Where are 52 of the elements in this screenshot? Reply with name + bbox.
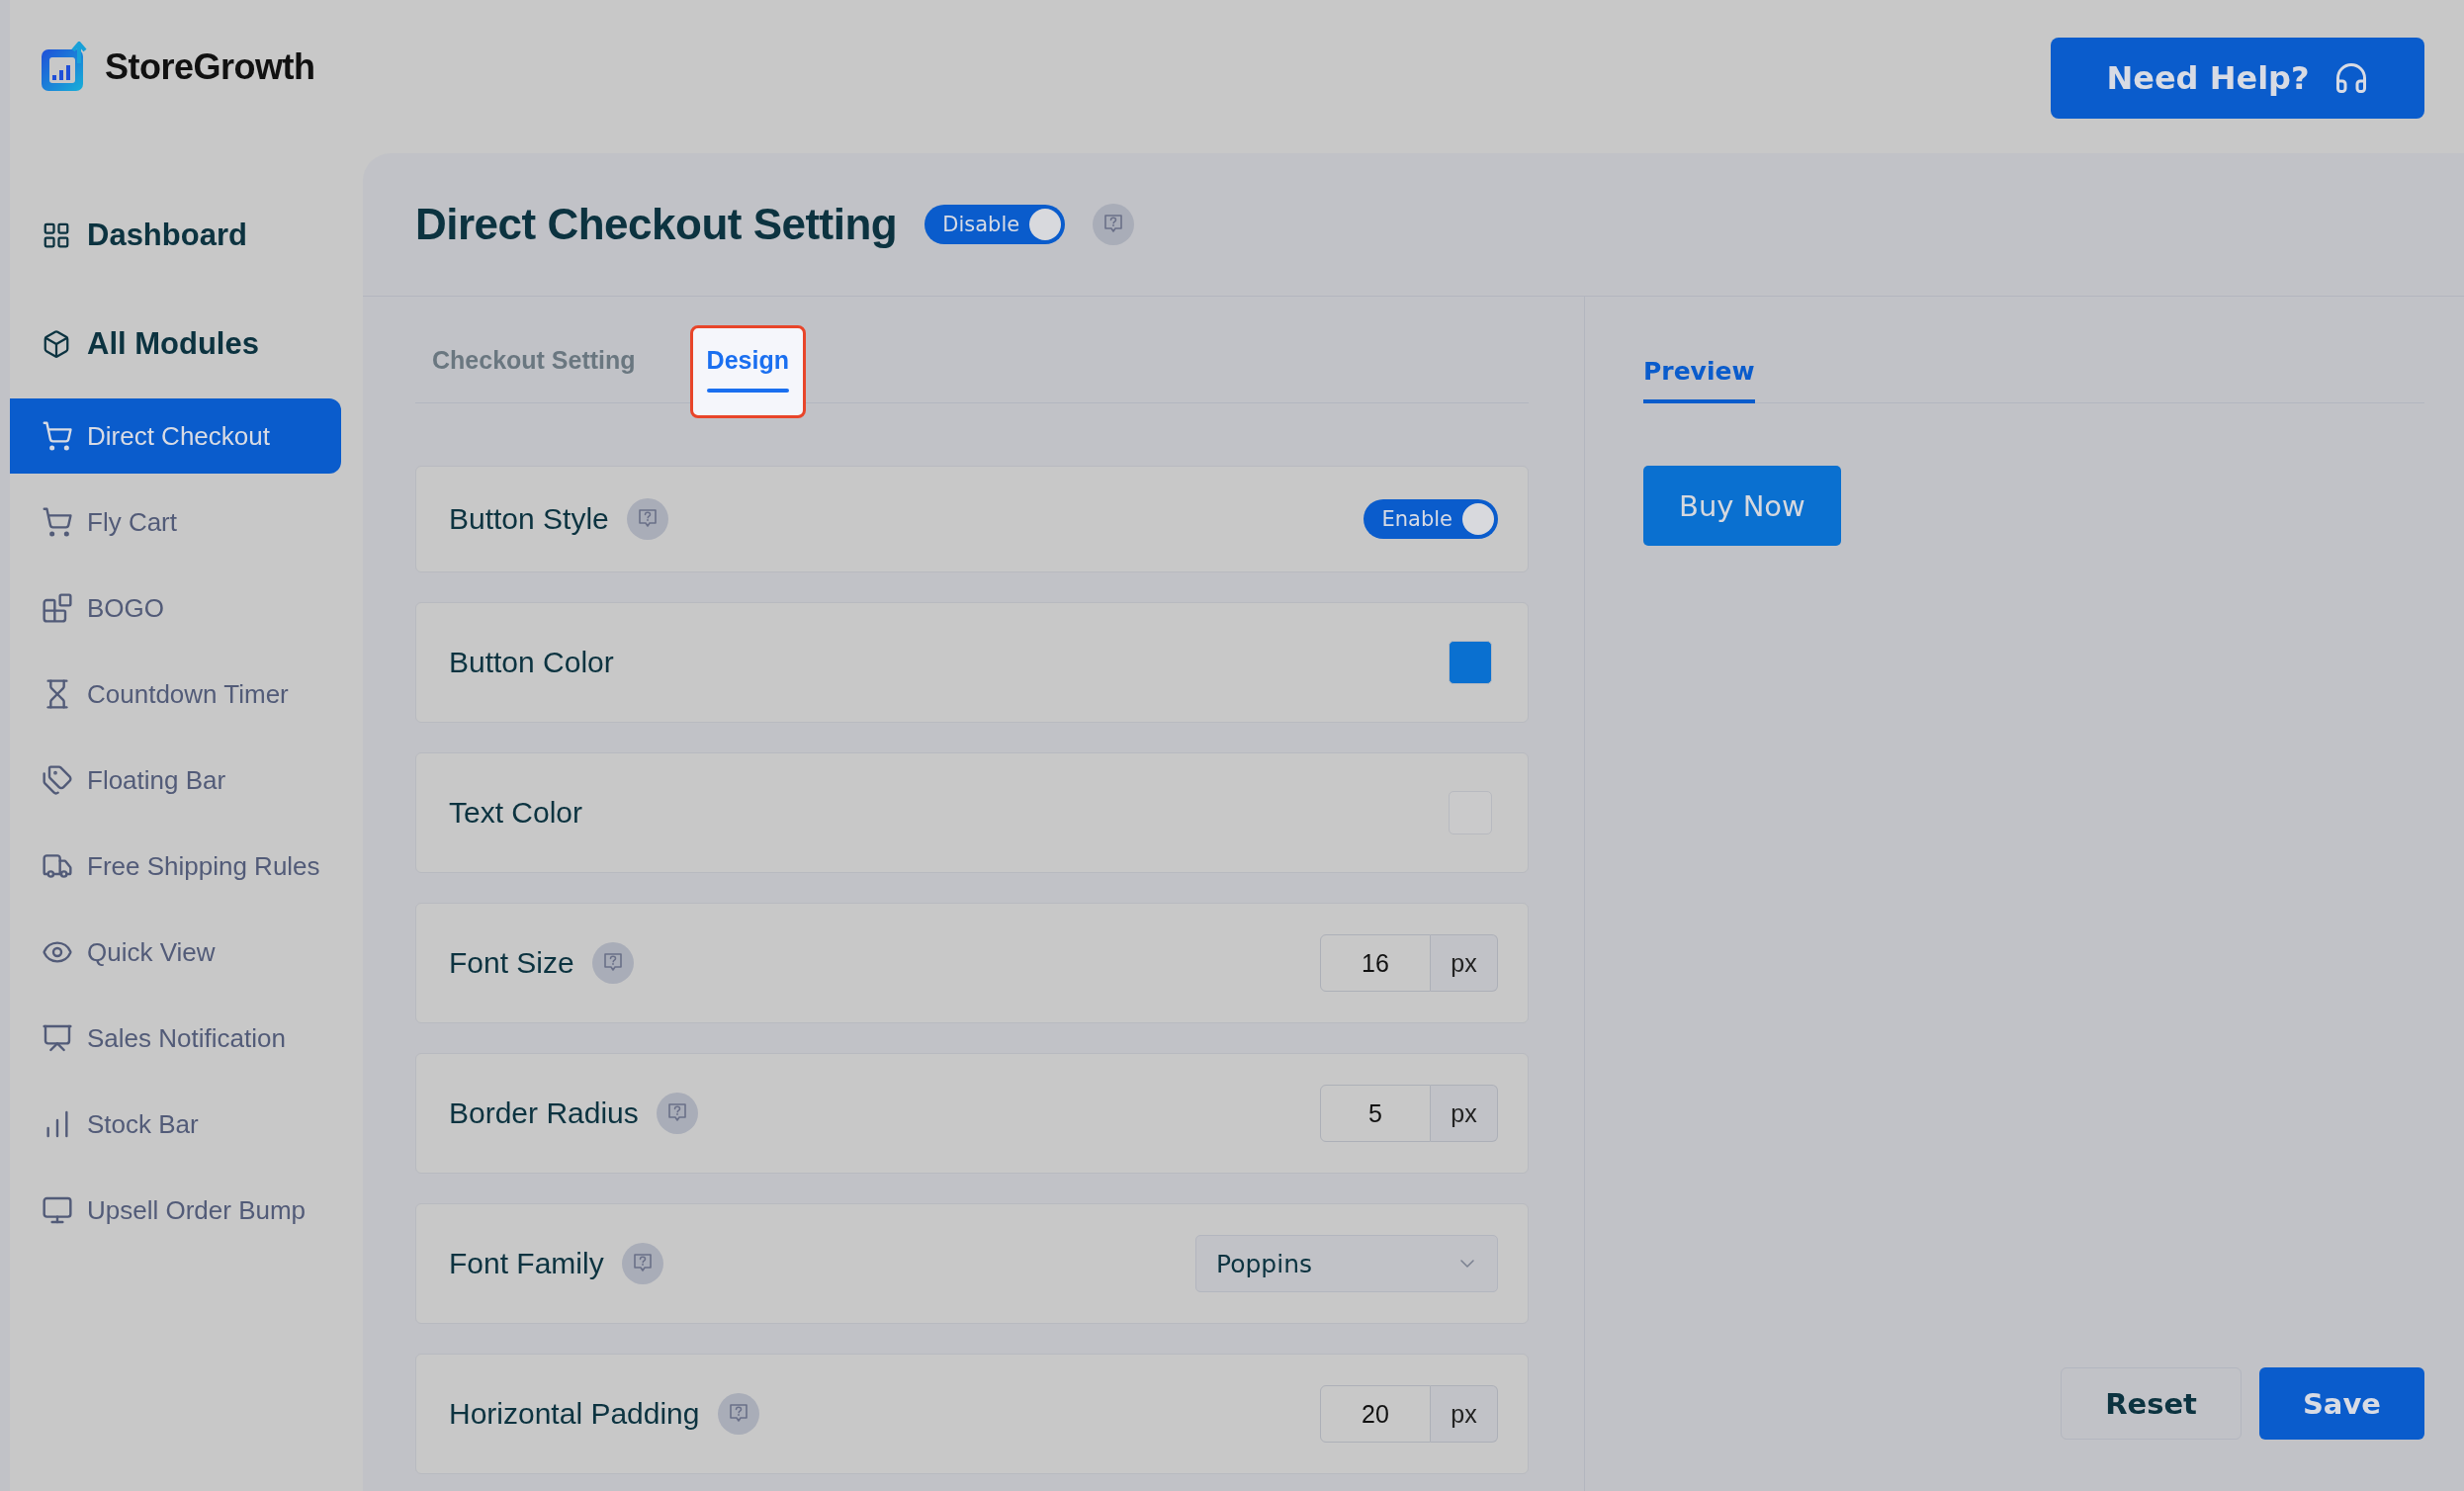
- page-title: Direct Checkout Setting: [415, 200, 898, 249]
- reset-button[interactable]: Reset: [2061, 1367, 2242, 1440]
- toggle-switch[interactable]: Disable: [924, 205, 1066, 244]
- monitor-icon: [42, 1194, 73, 1226]
- sidebar-item[interactable]: Upsell Order Bump: [10, 1173, 341, 1248]
- setting-label: Border Radius: [449, 1096, 639, 1130]
- sidebar-item[interactable]: Floating Bar: [10, 743, 341, 818]
- blocks-icon: [42, 592, 73, 624]
- sidebar-item[interactable]: BOGO: [10, 570, 341, 646]
- nav-link[interactable]: Dashboard: [87, 218, 247, 253]
- unit-label: px: [1431, 1385, 1498, 1443]
- cart-icon: [42, 420, 73, 452]
- save-button[interactable]: Save: [2258, 1367, 2424, 1440]
- buy-now-preview-button[interactable]: Buy Now: [1643, 466, 1841, 546]
- sidebar-item[interactable]: Direct Checkout: [10, 398, 341, 474]
- sidebar-item[interactable]: Quick View: [10, 915, 341, 990]
- preview-tab[interactable]: Preview: [1643, 357, 1755, 403]
- grid-icon: [42, 220, 71, 250]
- number-field[interactable]: 20: [1320, 1385, 1431, 1443]
- brand-name: StoreGrowth: [105, 46, 315, 88]
- help-icon[interactable]: [717, 1393, 759, 1435]
- sidebar-item[interactable]: Sales Notification: [10, 1001, 341, 1076]
- tab[interactable]: Checkout Setting: [415, 325, 653, 418]
- unit-label: px: [1431, 934, 1498, 992]
- board-icon: [42, 1022, 73, 1054]
- font-dropdown[interactable]: Poppins: [1195, 1235, 1498, 1292]
- sidebar-item[interactable]: Stock Bar: [10, 1087, 341, 1162]
- unit-label: px: [1431, 1085, 1498, 1142]
- help-icon[interactable]: [626, 498, 668, 540]
- sidebar-item[interactable]: Countdown Timer: [10, 657, 341, 732]
- cart-icon: [42, 506, 73, 538]
- toggle-switch[interactable]: Enable: [1364, 499, 1498, 539]
- setting-label: Button Style: [449, 502, 609, 536]
- cube-icon: [42, 329, 71, 359]
- tag-icon: [42, 764, 73, 796]
- setting-label: Font Size: [449, 946, 574, 980]
- help-button[interactable]: Need Help?: [2051, 38, 2424, 119]
- setting-label: Font Family: [449, 1247, 604, 1280]
- help-icon[interactable]: [656, 1093, 698, 1134]
- number-field[interactable]: 5: [1320, 1085, 1431, 1142]
- help-icon[interactable]: [621, 1243, 663, 1284]
- help-icon[interactable]: [591, 942, 634, 984]
- setting-label: Horizontal Padding: [449, 1397, 700, 1431]
- setting-label: Text Color: [449, 796, 583, 830]
- number-field[interactable]: 16: [1320, 934, 1431, 992]
- sidebar-item[interactable]: Free Shipping Rules: [10, 829, 341, 904]
- nav-link[interactable]: All Modules: [87, 326, 259, 362]
- help-icon[interactable]: [1093, 204, 1135, 245]
- sidebar-item[interactable]: Fly Cart: [10, 484, 341, 560]
- setting-label: Button Color: [449, 646, 614, 679]
- color-swatch[interactable]: [1449, 641, 1492, 684]
- tab[interactable]: Design: [689, 325, 806, 418]
